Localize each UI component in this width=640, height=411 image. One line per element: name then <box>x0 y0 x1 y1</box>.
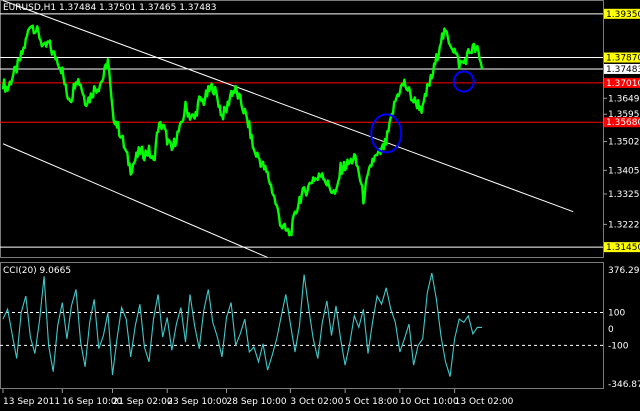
price-axis-label-11: 1.31450 <box>606 243 640 253</box>
price-axis-label-7: 1.35025 <box>608 138 640 148</box>
price-axis-label-1: 1.37870 <box>606 54 640 64</box>
cci-axis-label-2: 0 <box>608 325 614 335</box>
price-axis-label-3: 1.37010 <box>606 79 640 89</box>
time-axis-label-2: 21 Sep 02:00 <box>112 397 172 407</box>
price-chart-title: EURUSD,H1 1.37484 1.37501 1.37465 1.3748… <box>3 3 216 13</box>
cci-axis-label-4: -346.8735 <box>608 380 640 390</box>
time-axis-label-7: 10 Oct 10:00 <box>400 397 459 407</box>
price-axis-label-0: 1.39350 <box>606 10 640 20</box>
time-axis-label-0: 13 Sep 2011 <box>3 397 60 407</box>
price-axis-label-8: 1.34050 <box>608 166 640 176</box>
cci-axis-label-0: 376.2918 <box>608 266 640 276</box>
chart-window[interactable]: 1.393501.378701.374831.370101.364901.359… <box>0 0 640 411</box>
price-axis-label-4: 1.36490 <box>608 94 640 104</box>
price-axis-label-10: 1.32220 <box>608 220 640 230</box>
time-axis-label-5: 3 Oct 02:00 <box>290 397 343 407</box>
price-axis-label-6: 1.35680 <box>606 118 640 128</box>
time-axis-label-4: 28 Sep 10:00 <box>227 397 287 407</box>
cci-axis-label-3: -100 <box>608 341 629 351</box>
time-axis-label-3: 23 Sep 10:00 <box>167 397 227 407</box>
price-axis-label-9: 1.33250 <box>608 190 640 200</box>
price-axis-label-2: 1.37483 <box>606 65 640 75</box>
time-axis-label-6: 5 Oct 18:00 <box>345 397 398 407</box>
cci-axis-label-1: 100 <box>608 308 625 318</box>
chart-background <box>0 0 640 411</box>
cci-title: CCI(20) 9.0665 <box>3 266 71 276</box>
time-axis-label-8: 13 Oct 02:00 <box>455 397 514 407</box>
